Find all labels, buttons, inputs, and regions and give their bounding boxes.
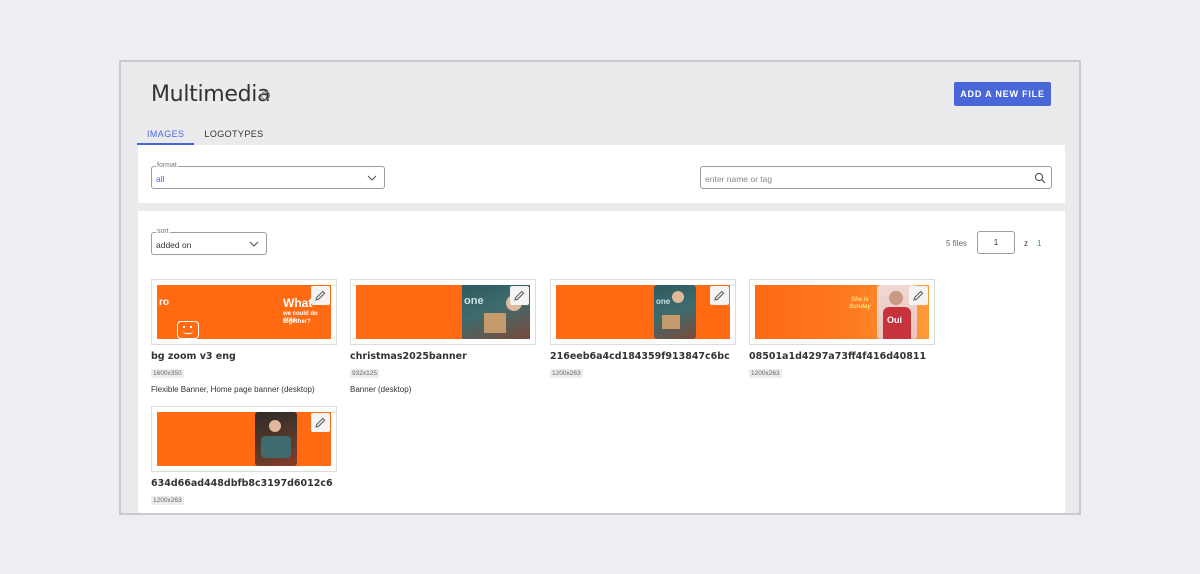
thumb-text: She is (851, 297, 869, 303)
pencil-icon (913, 290, 924, 301)
format-select[interactable]: format all (151, 161, 385, 189)
edit-button[interactable] (311, 286, 330, 305)
page-total-link[interactable]: 1 (1037, 239, 1041, 248)
banner-image: one (556, 285, 730, 339)
search-input[interactable]: enter name or tag (700, 166, 1052, 189)
info-icon[interactable]: i (261, 91, 270, 100)
thumb-text: ro (159, 297, 169, 308)
add-new-file-button[interactable]: ADD A NEW FILE (954, 82, 1051, 106)
thumb-text: one (464, 295, 484, 307)
thumb-text: What (283, 296, 313, 310)
file-dimensions: 1600x350 (151, 369, 184, 378)
tab-logotypes[interactable]: LOGOTYPES (194, 126, 273, 145)
pencil-icon (315, 417, 326, 428)
file-thumbnail[interactable]: ro What we could do grea together? (151, 279, 337, 345)
file-dimensions: 1200x263 (550, 369, 583, 378)
thumb-text: Sunday (849, 304, 871, 310)
file-name[interactable]: christmas2025banner (350, 351, 536, 362)
search-icon[interactable] (1034, 172, 1046, 184)
page-of-label: z (1024, 239, 1028, 248)
file-name[interactable]: 216eeb6a4cd184359f913847c6bc (550, 351, 736, 362)
photo-image: one (654, 285, 696, 339)
file-card: one 216eeb6a4cd184359f913847c6bc 1200x26… (550, 279, 736, 385)
sort-legend: sort (156, 227, 170, 236)
photo-image (255, 412, 297, 466)
sort-value: added on (156, 240, 192, 250)
file-card: 634d66ad448dbfb8c3197d6012c6 1200x263 (151, 406, 337, 507)
files-panel: sort added on 5 files 1 z 1 ro What we c… (138, 211, 1065, 513)
thumb-text: Oui (887, 315, 902, 325)
banner-image: one (356, 285, 530, 339)
pencil-icon (514, 290, 525, 301)
banner-image (157, 412, 331, 466)
search-placeholder: enter name or tag (705, 174, 773, 184)
file-thumbnail[interactable]: one (550, 279, 736, 345)
file-description: Flexible Banner, Home page banner (deskt… (151, 385, 315, 394)
chevron-down-icon (249, 241, 259, 247)
files-count: 5 files (946, 239, 967, 248)
pencil-icon (714, 290, 725, 301)
file-dimensions: 932x125 (350, 369, 379, 378)
edit-button[interactable] (909, 286, 928, 305)
tab-images[interactable]: IMAGES (137, 126, 195, 145)
file-name[interactable]: 08501a1d4297a73ff4f416d40811 (749, 351, 935, 362)
multimedia-window: Multimedia i ADD A NEW FILE IMAGES LOGOT… (119, 60, 1081, 515)
file-thumbnail[interactable] (151, 406, 337, 472)
file-thumbnail[interactable]: She is Sunday Oui (749, 279, 935, 345)
format-legend: format (156, 161, 178, 170)
filter-panel: format all enter name or tag (138, 145, 1065, 203)
chevron-down-icon (367, 175, 377, 181)
file-card: one christmas2025banner 932x125 Banner (… (350, 279, 536, 394)
file-card: ro What we could do grea together? bg zo… (151, 279, 337, 394)
smiley-icon (177, 321, 199, 339)
banner-image: ro What we could do grea together? (157, 285, 331, 339)
page-title: Multimedia (151, 82, 271, 107)
file-dimensions: 1200x263 (151, 496, 184, 505)
file-thumbnail[interactable]: one (350, 279, 536, 345)
edit-button[interactable] (510, 286, 529, 305)
file-name[interactable]: 634d66ad448dbfb8c3197d6012c6 (151, 478, 337, 489)
page-number-input[interactable]: 1 (977, 231, 1015, 254)
tabs: IMAGES LOGOTYPES (137, 126, 274, 145)
thumb-text: one (656, 297, 671, 306)
edit-button[interactable] (710, 286, 729, 305)
file-dimensions: 1200x263 (749, 369, 782, 378)
pencil-icon (315, 290, 326, 301)
thumb-text: together? (283, 319, 311, 325)
edit-button[interactable] (311, 413, 330, 432)
file-description: Banner (desktop) (350, 385, 412, 394)
file-name[interactable]: bg zoom v3 eng (151, 351, 337, 362)
file-card: She is Sunday Oui 08501a1d4297a73ff4f416… (749, 279, 935, 385)
banner-image: She is Sunday Oui (755, 285, 929, 339)
sort-select[interactable]: sort added on (151, 227, 267, 255)
format-value: all (156, 174, 165, 184)
